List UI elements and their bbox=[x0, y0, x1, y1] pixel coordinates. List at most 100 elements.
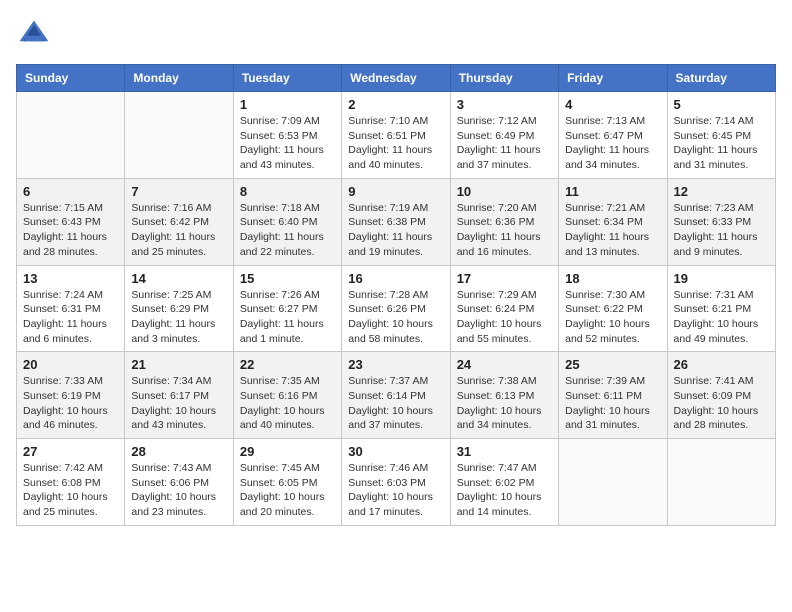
day-number: 30 bbox=[348, 444, 443, 459]
day-info: Sunrise: 7:18 AMSunset: 6:40 PMDaylight:… bbox=[240, 201, 335, 260]
day-cell: 6 Sunrise: 7:15 AMSunset: 6:43 PMDaylight… bbox=[17, 178, 125, 265]
day-number: 5 bbox=[674, 97, 769, 112]
day-number: 27 bbox=[23, 444, 118, 459]
day-info: Sunrise: 7:38 AMSunset: 6:13 PMDaylight:… bbox=[457, 374, 552, 433]
day-cell: 12 Sunrise: 7:23 AMSunset: 6:33 PMDayligh… bbox=[667, 178, 775, 265]
day-number: 9 bbox=[348, 184, 443, 199]
day-cell: 1 Sunrise: 7:09 AMSunset: 6:53 PMDaylight… bbox=[233, 92, 341, 179]
day-cell: 18Sunrise: 7:30 AMSunset: 6:22 PMDayligh… bbox=[559, 265, 667, 352]
day-number: 11 bbox=[565, 184, 660, 199]
day-cell: 9 Sunrise: 7:19 AMSunset: 6:38 PMDaylight… bbox=[342, 178, 450, 265]
logo bbox=[16, 16, 56, 52]
day-info: Sunrise: 7:14 AMSunset: 6:45 PMDaylight:… bbox=[674, 114, 769, 173]
day-cell bbox=[559, 439, 667, 526]
weekday-header-wednesday: Wednesday bbox=[342, 65, 450, 92]
day-number: 12 bbox=[674, 184, 769, 199]
day-number: 22 bbox=[240, 357, 335, 372]
day-number: 3 bbox=[457, 97, 552, 112]
day-cell: 20 Sunrise: 7:33 AMSunset: 6:19 PMDayligh… bbox=[17, 352, 125, 439]
weekday-header-thursday: Thursday bbox=[450, 65, 558, 92]
day-cell bbox=[667, 439, 775, 526]
day-cell: 11 Sunrise: 7:21 AMSunset: 6:34 PMDayligh… bbox=[559, 178, 667, 265]
day-number: 10 bbox=[457, 184, 552, 199]
day-number: 28 bbox=[131, 444, 226, 459]
day-info: Sunrise: 7:16 AMSunset: 6:42 PMDaylight:… bbox=[131, 201, 226, 260]
day-info: Sunrise: 7:42 AMSunset: 6:08 PMDaylight:… bbox=[23, 461, 118, 520]
day-cell: 22 Sunrise: 7:35 AMSunset: 6:16 PMDayligh… bbox=[233, 352, 341, 439]
day-number: 7 bbox=[131, 184, 226, 199]
day-number: 6 bbox=[23, 184, 118, 199]
day-info: Sunrise: 7:28 AMSunset: 6:26 PMDaylight:… bbox=[348, 288, 443, 347]
day-number: 23 bbox=[348, 357, 443, 372]
day-info: Sunrise: 7:34 AMSunset: 6:17 PMDaylight:… bbox=[131, 374, 226, 433]
weekday-header-sunday: Sunday bbox=[17, 65, 125, 92]
day-cell: 23 Sunrise: 7:37 AMSunset: 6:14 PMDayligh… bbox=[342, 352, 450, 439]
day-cell: 28 Sunrise: 7:43 AMSunset: 6:06 PMDayligh… bbox=[125, 439, 233, 526]
day-info: Sunrise: 7:26 AMSunset: 6:27 PMDaylight:… bbox=[240, 288, 335, 347]
logo-icon bbox=[16, 16, 52, 52]
day-number: 26 bbox=[674, 357, 769, 372]
day-info: Sunrise: 7:30 AMSunset: 6:22 PMDaylight:… bbox=[565, 288, 660, 347]
day-info: Sunrise: 7:25 AMSunset: 6:29 PMDaylight:… bbox=[131, 288, 226, 347]
day-info: Sunrise: 7:19 AMSunset: 6:38 PMDaylight:… bbox=[348, 201, 443, 260]
day-cell: 13Sunrise: 7:24 AMSunset: 6:31 PMDayligh… bbox=[17, 265, 125, 352]
day-info: Sunrise: 7:37 AMSunset: 6:14 PMDaylight:… bbox=[348, 374, 443, 433]
calendar-table: SundayMondayTuesdayWednesdayThursdayFrid… bbox=[16, 64, 776, 526]
day-cell: 10 Sunrise: 7:20 AMSunset: 6:36 PMDayligh… bbox=[450, 178, 558, 265]
day-number: 15 bbox=[240, 271, 335, 286]
day-number: 4 bbox=[565, 97, 660, 112]
day-cell: 25Sunrise: 7:39 AMSunset: 6:11 PMDayligh… bbox=[559, 352, 667, 439]
day-info: Sunrise: 7:23 AMSunset: 6:33 PMDaylight:… bbox=[674, 201, 769, 260]
day-info: Sunrise: 7:29 AMSunset: 6:24 PMDaylight:… bbox=[457, 288, 552, 347]
day-number: 21 bbox=[131, 357, 226, 372]
day-cell: 24 Sunrise: 7:38 AMSunset: 6:13 PMDayligh… bbox=[450, 352, 558, 439]
day-number: 24 bbox=[457, 357, 552, 372]
weekday-header-monday: Monday bbox=[125, 65, 233, 92]
day-info: Sunrise: 7:46 AMSunset: 6:03 PMDaylight:… bbox=[348, 461, 443, 520]
day-info: Sunrise: 7:31 AMSunset: 6:21 PMDaylight:… bbox=[674, 288, 769, 347]
weekday-header-tuesday: Tuesday bbox=[233, 65, 341, 92]
day-number: 8 bbox=[240, 184, 335, 199]
day-info: Sunrise: 7:15 AMSunset: 6:43 PMDaylight:… bbox=[23, 201, 118, 260]
day-cell: 31Sunrise: 7:47 AMSunset: 6:02 PMDayligh… bbox=[450, 439, 558, 526]
day-number: 17 bbox=[457, 271, 552, 286]
weekday-header-saturday: Saturday bbox=[667, 65, 775, 92]
day-cell bbox=[125, 92, 233, 179]
day-cell: 21 Sunrise: 7:34 AMSunset: 6:17 PMDayligh… bbox=[125, 352, 233, 439]
week-row-4: 20 Sunrise: 7:33 AMSunset: 6:19 PMDayligh… bbox=[17, 352, 776, 439]
day-info: Sunrise: 7:20 AMSunset: 6:36 PMDaylight:… bbox=[457, 201, 552, 260]
day-info: Sunrise: 7:45 AMSunset: 6:05 PMDaylight:… bbox=[240, 461, 335, 520]
day-info: Sunrise: 7:10 AMSunset: 6:51 PMDaylight:… bbox=[348, 114, 443, 173]
day-info: Sunrise: 7:21 AMSunset: 6:34 PMDaylight:… bbox=[565, 201, 660, 260]
day-cell: 16 Sunrise: 7:28 AMSunset: 6:26 PMDayligh… bbox=[342, 265, 450, 352]
day-number: 1 bbox=[240, 97, 335, 112]
day-info: Sunrise: 7:13 AMSunset: 6:47 PMDaylight:… bbox=[565, 114, 660, 173]
day-info: Sunrise: 7:43 AMSunset: 6:06 PMDaylight:… bbox=[131, 461, 226, 520]
day-number: 2 bbox=[348, 97, 443, 112]
day-number: 31 bbox=[457, 444, 552, 459]
day-info: Sunrise: 7:41 AMSunset: 6:09 PMDaylight:… bbox=[674, 374, 769, 433]
day-cell: 14 Sunrise: 7:25 AMSunset: 6:29 PMDayligh… bbox=[125, 265, 233, 352]
day-info: Sunrise: 7:35 AMSunset: 6:16 PMDaylight:… bbox=[240, 374, 335, 433]
day-number: 25 bbox=[565, 357, 660, 372]
day-number: 14 bbox=[131, 271, 226, 286]
day-info: Sunrise: 7:09 AMSunset: 6:53 PMDaylight:… bbox=[240, 114, 335, 173]
week-row-1: 1 Sunrise: 7:09 AMSunset: 6:53 PMDaylight… bbox=[17, 92, 776, 179]
day-cell: 7 Sunrise: 7:16 AMSunset: 6:42 PMDaylight… bbox=[125, 178, 233, 265]
day-cell: 27 Sunrise: 7:42 AMSunset: 6:08 PMDayligh… bbox=[17, 439, 125, 526]
page-header bbox=[16, 16, 776, 52]
day-number: 20 bbox=[23, 357, 118, 372]
day-number: 19 bbox=[674, 271, 769, 286]
week-row-2: 6 Sunrise: 7:15 AMSunset: 6:43 PMDaylight… bbox=[17, 178, 776, 265]
day-number: 16 bbox=[348, 271, 443, 286]
day-cell: 8 Sunrise: 7:18 AMSunset: 6:40 PMDaylight… bbox=[233, 178, 341, 265]
day-cell bbox=[17, 92, 125, 179]
day-cell: 29Sunrise: 7:45 AMSunset: 6:05 PMDayligh… bbox=[233, 439, 341, 526]
week-row-3: 13Sunrise: 7:24 AMSunset: 6:31 PMDayligh… bbox=[17, 265, 776, 352]
day-cell: 15 Sunrise: 7:26 AMSunset: 6:27 PMDayligh… bbox=[233, 265, 341, 352]
day-cell: 26 Sunrise: 7:41 AMSunset: 6:09 PMDayligh… bbox=[667, 352, 775, 439]
day-info: Sunrise: 7:33 AMSunset: 6:19 PMDaylight:… bbox=[23, 374, 118, 433]
day-cell: 3Sunrise: 7:12 AMSunset: 6:49 PMDaylight… bbox=[450, 92, 558, 179]
day-info: Sunrise: 7:24 AMSunset: 6:31 PMDaylight:… bbox=[23, 288, 118, 347]
day-cell: 17 Sunrise: 7:29 AMSunset: 6:24 PMDayligh… bbox=[450, 265, 558, 352]
